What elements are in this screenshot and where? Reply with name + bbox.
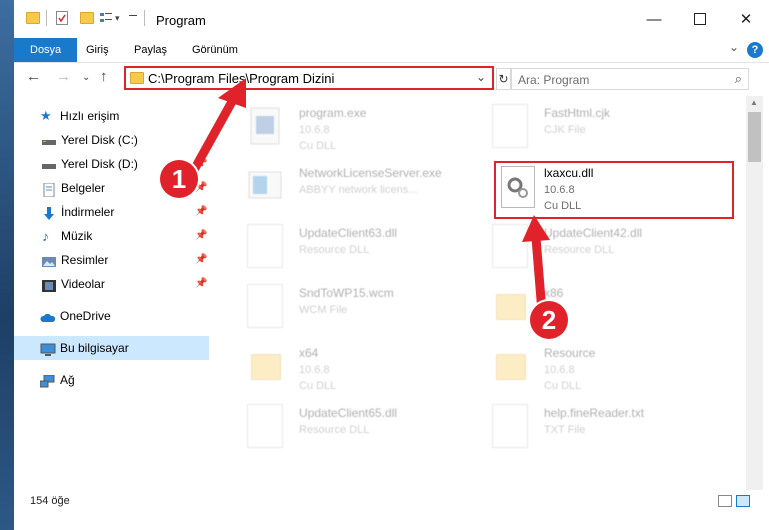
desktop-background bbox=[0, 0, 14, 530]
arrow-2 bbox=[522, 215, 550, 317]
arrow-1 bbox=[189, 78, 246, 175]
step-badge-1: 1 bbox=[160, 160, 198, 198]
explorer-window: ▾ Program — ✕ Dosya Giriş Paylaş Görünüm… bbox=[14, 0, 769, 530]
step-badge-2: 2 bbox=[530, 301, 568, 339]
annotation-arrows bbox=[189, 78, 550, 317]
